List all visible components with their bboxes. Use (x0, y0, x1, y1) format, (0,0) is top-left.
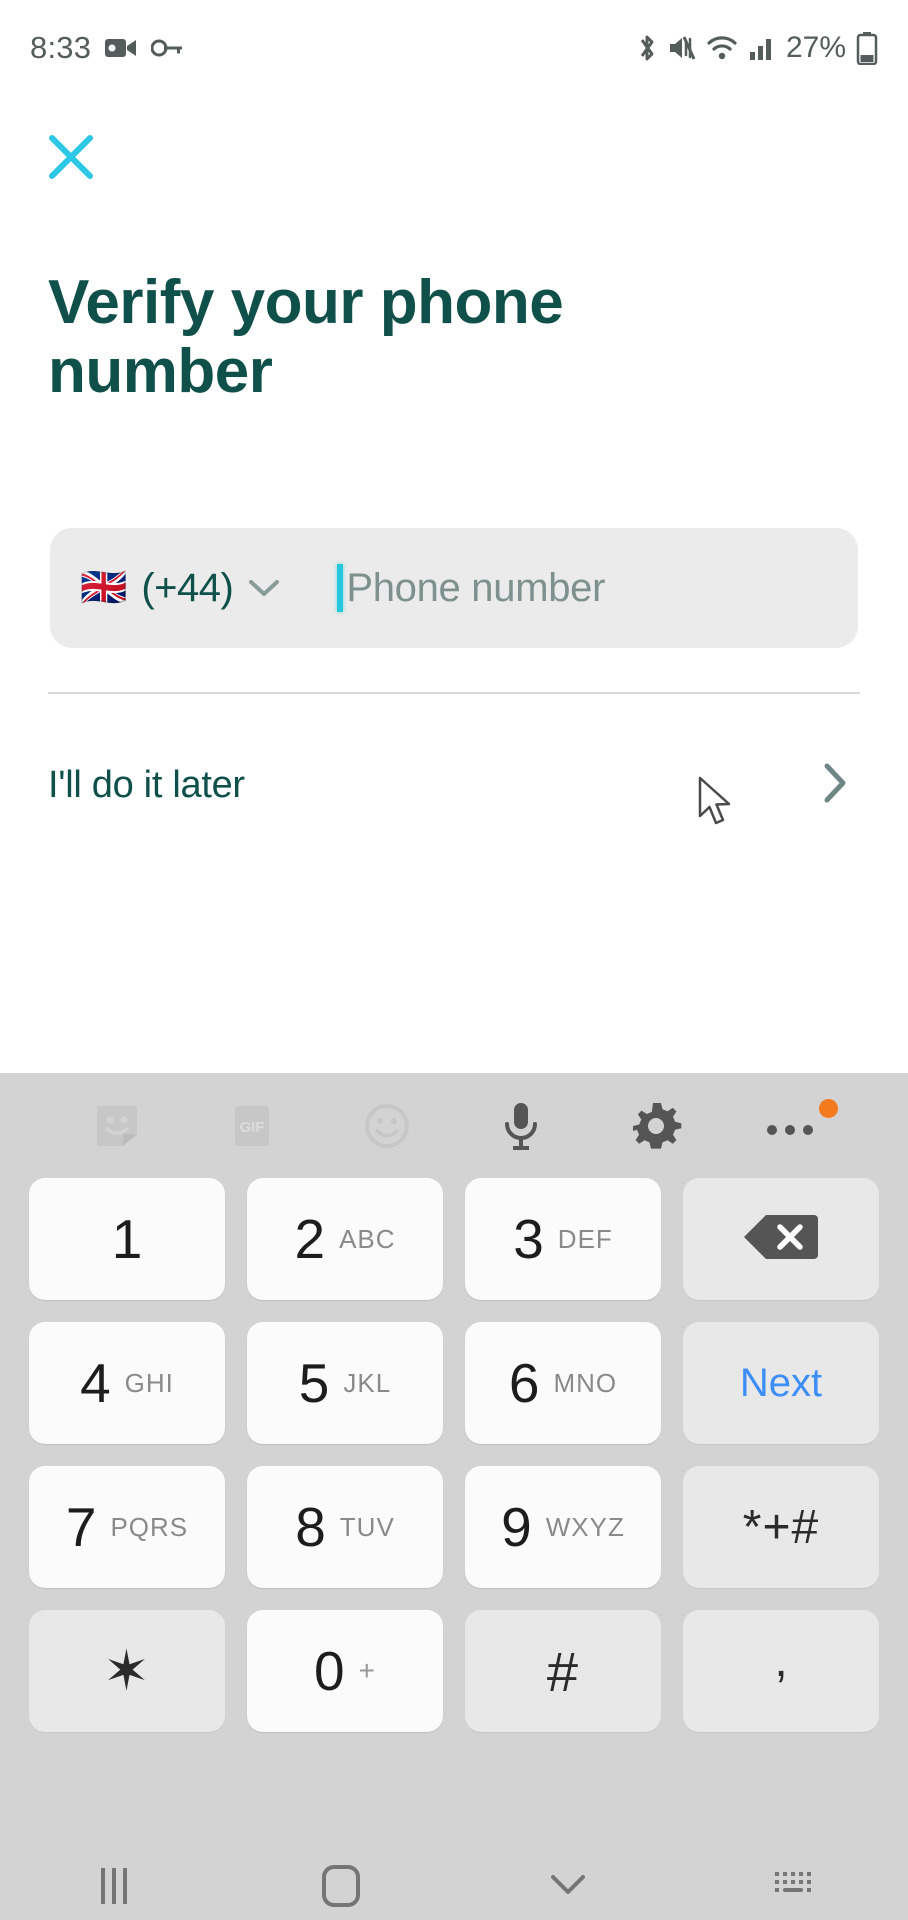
dial-code-label: (+44) (141, 565, 234, 610)
keyboard-layout-icon (771, 1867, 819, 1906)
keyboard-row: ✶ 0 + # , (18, 1610, 890, 1732)
star-key-label: ✶ (103, 1639, 151, 1702)
key-5[interactable]: 5 JKL (247, 1322, 443, 1444)
key-digit-label: 7 (65, 1495, 97, 1558)
gif-icon[interactable]: GIF (185, 1073, 320, 1178)
chevron-right-icon (820, 760, 850, 811)
phone-number-input[interactable]: Phone number (337, 528, 828, 648)
hash-key-label: # (546, 1639, 580, 1703)
settings-gear-icon[interactable] (589, 1073, 724, 1178)
close-icon (44, 130, 98, 189)
notification-badge (819, 1099, 839, 1118)
chevron-down-icon (247, 577, 281, 604)
hide-keyboard-icon (547, 1870, 589, 1903)
video-recording-icon (105, 36, 137, 60)
country-code-selector[interactable]: 🇬🇧 (+44) (80, 566, 291, 611)
wifi-icon (706, 34, 738, 62)
key-letters-label: WXYZ (545, 1512, 625, 1542)
page-title: Verify your phone number (48, 268, 564, 407)
key-digit-label: 4 (80, 1351, 111, 1414)
hide-keyboard-button[interactable] (454, 1852, 681, 1920)
key-digit-label: 9 (501, 1495, 532, 1558)
symbols-key-label: *+# (742, 1500, 820, 1554)
key-comma[interactable]: , (683, 1610, 879, 1732)
comma-key-label: , (774, 1633, 788, 1687)
key-hash[interactable]: # (465, 1610, 661, 1732)
recents-button[interactable] (0, 1852, 227, 1920)
key-3[interactable]: 3 DEF (465, 1178, 661, 1300)
keyboard-layout-button[interactable] (681, 1852, 908, 1920)
key-7[interactable]: 7 PQRS (29, 1466, 225, 1588)
status-bar-left: 8:33 (30, 30, 183, 66)
key-8[interactable]: 8 TUV (247, 1466, 443, 1588)
key-digit-label: 6 (508, 1351, 540, 1414)
key-letters-label: JKL (343, 1368, 392, 1398)
svg-text:GIF: GIF (240, 1119, 265, 1136)
key-star[interactable]: ✶ (29, 1610, 225, 1732)
key-4[interactable]: 4 GHI (29, 1322, 225, 1444)
phone-number-field[interactable]: 🇬🇧 (+44) Phone number (50, 528, 858, 648)
key-2[interactable]: 2 ABC (247, 1178, 443, 1300)
key-0[interactable]: 0 + (247, 1610, 443, 1732)
home-button[interactable] (227, 1852, 454, 1920)
sticker-icon[interactable] (50, 1073, 185, 1178)
key-letters-label: + (358, 1655, 376, 1686)
keyboard-toolbar: GIF (0, 1073, 908, 1178)
status-bar-right: 27% (636, 31, 878, 65)
keyboard-keys: 1 2 ABC 3 DEF 4 GHI 5 JKL 6 MNO Next 7 P… (0, 1178, 908, 1732)
battery-percentage: 27% (785, 30, 846, 64)
more-options-icon[interactable] (723, 1073, 858, 1178)
key-digit-label: 1 (111, 1207, 143, 1270)
phone-screen: 8:33 27% Verify your phone number 🇬🇧 (+4… (0, 0, 908, 1920)
status-bar: 8:33 27% (0, 0, 908, 95)
key-symbols[interactable]: *+# (683, 1466, 879, 1588)
key-letters-label: ABC (339, 1224, 396, 1254)
key-letters-label: DEF (557, 1224, 613, 1254)
text-caret (337, 564, 344, 612)
key-icon (151, 37, 183, 59)
uk-flag-icon: 🇬🇧 (80, 567, 128, 609)
keyboard-row: 4 GHI 5 JKL 6 MNO Next (18, 1322, 890, 1444)
keyboard: GIF 1 2 ABC 3 DEF 4 GHI 5 JKL 6 MNO Next… (0, 1073, 908, 1852)
key-9[interactable]: 9 WXYZ (465, 1466, 661, 1588)
close-button[interactable] (40, 128, 102, 190)
status-time: 8:33 (30, 29, 92, 65)
key-letters-label: MNO (553, 1368, 618, 1398)
microphone-icon[interactable] (454, 1073, 589, 1178)
key-letters-label: PQRS (110, 1512, 189, 1542)
key-digit-label: 0 (314, 1639, 345, 1702)
key-backspace[interactable] (683, 1178, 879, 1300)
navigation-bar (0, 1852, 908, 1920)
key-6[interactable]: 6 MNO (465, 1322, 661, 1444)
home-icon (321, 1865, 360, 1907)
key-letters-label: TUV (339, 1512, 395, 1542)
key-digit-label: 3 (513, 1207, 544, 1270)
key-digit-label: 2 (294, 1207, 326, 1270)
next-key-label: Next (739, 1360, 823, 1405)
battery-icon (856, 31, 878, 65)
mute-icon (668, 33, 696, 63)
phone-input-placeholder: Phone number (346, 565, 606, 610)
key-next[interactable]: Next (683, 1322, 879, 1444)
key-letters-label: GHI (124, 1368, 174, 1398)
key-digit-label: 5 (298, 1351, 330, 1414)
key-digit-label: 8 (295, 1495, 326, 1558)
divider (48, 692, 860, 694)
keyboard-row: 1 2 ABC 3 DEF (18, 1178, 890, 1300)
signal-icon (748, 34, 776, 62)
do-it-later-row[interactable]: I'll do it later (48, 745, 860, 825)
emoji-icon[interactable] (319, 1073, 454, 1178)
key-1[interactable]: 1 (29, 1178, 225, 1300)
keyboard-row: 7 PQRS 8 TUV 9 WXYZ *+# (18, 1466, 890, 1588)
do-it-later-label: I'll do it later (48, 763, 245, 806)
backspace-icon (742, 1211, 820, 1268)
recents-icon (100, 1868, 127, 1904)
bluetooth-icon (636, 32, 658, 64)
